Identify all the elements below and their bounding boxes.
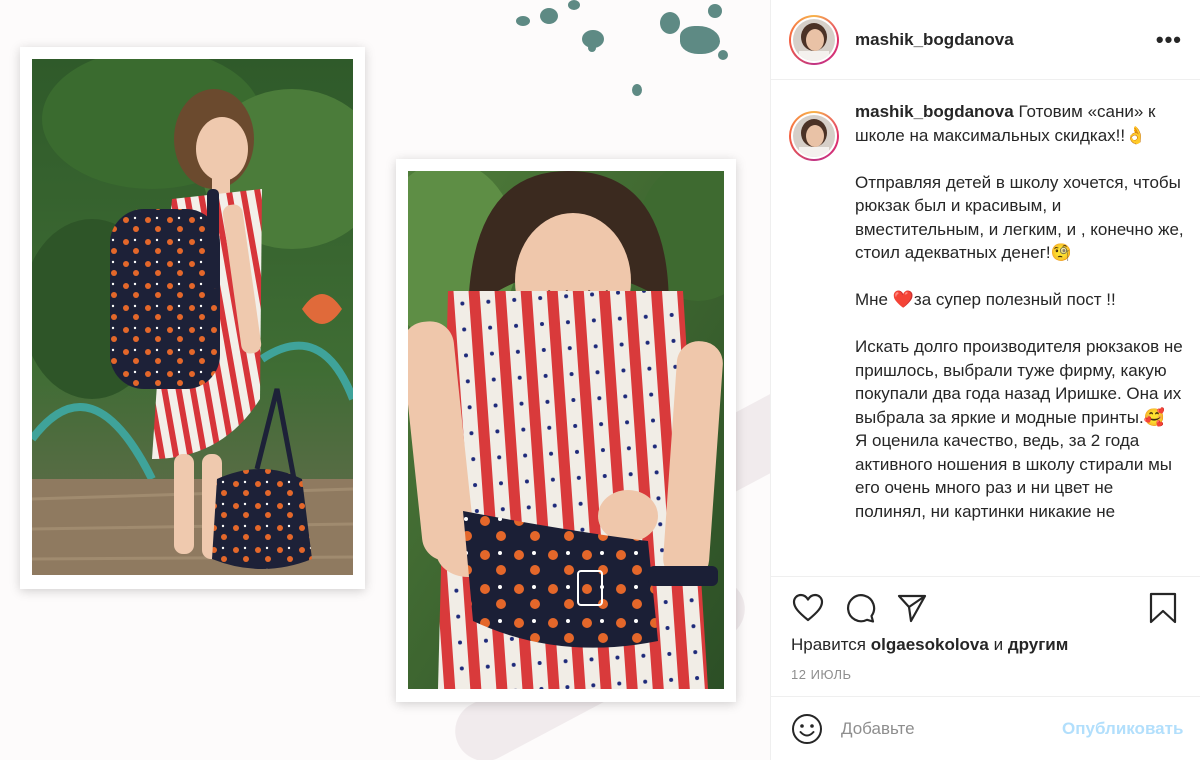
paint-splash xyxy=(708,4,722,18)
paint-splash xyxy=(568,0,580,10)
paint-splash xyxy=(588,44,596,52)
photo-frame-1 xyxy=(20,47,365,589)
post-date[interactable]: 12 ИЮЛЬ xyxy=(791,667,1180,682)
post-author-username[interactable]: mashik_bogdanova xyxy=(855,30,1156,50)
share-icon[interactable] xyxy=(895,591,929,625)
likes-prefix: Нравится xyxy=(791,635,871,654)
photo-frame-2 xyxy=(396,159,736,702)
caption-area: mashik_bogdanova Готовим «сани» к школе … xyxy=(789,100,1184,570)
post-sidebar: mashik_bogdanova ••• mashik_bogdanova Го… xyxy=(770,0,1200,760)
action-icons xyxy=(791,591,1180,625)
avatar[interactable] xyxy=(789,14,839,65)
likes-summary: Нравится olgaesokolova и другим xyxy=(791,635,1180,655)
more-options-icon[interactable]: ••• xyxy=(1156,27,1182,53)
caption-username[interactable]: mashik_bogdanova xyxy=(855,102,1014,121)
paint-splash xyxy=(632,84,642,96)
publish-button[interactable]: Опубликовать xyxy=(1062,719,1183,739)
emoji-icon[interactable] xyxy=(791,712,823,746)
paint-splash xyxy=(680,26,720,54)
paint-splash xyxy=(540,8,558,24)
comment-input[interactable] xyxy=(841,718,1062,739)
likes-user-link[interactable]: olgaesokolova xyxy=(871,635,989,654)
caption-text: Готовим «сани» к школе на максимальных с… xyxy=(855,102,1184,521)
bookmark-icon[interactable] xyxy=(1146,591,1180,625)
heart-icon[interactable] xyxy=(791,591,825,625)
paint-splash xyxy=(516,16,530,26)
paint-splash xyxy=(660,12,680,34)
post-caption: mashik_bogdanova Готовим «сани» к школе … xyxy=(855,100,1184,570)
post-media[interactable] xyxy=(0,0,770,760)
comment-icon[interactable] xyxy=(843,591,877,625)
likes-middle: и xyxy=(988,635,1008,654)
photo-girl-with-backpack xyxy=(32,59,353,575)
post-actions: Нравится olgaesokolova и другим 12 ИЮЛЬ xyxy=(771,576,1200,696)
photo-girl-with-waist-bag xyxy=(408,171,724,689)
post-header: mashik_bogdanova ••• xyxy=(771,0,1200,80)
likes-others-link[interactable]: другим xyxy=(1008,635,1069,654)
paint-splash xyxy=(718,50,728,60)
caption-avatar[interactable] xyxy=(789,111,839,161)
comment-bar: Опубликовать xyxy=(771,696,1200,760)
